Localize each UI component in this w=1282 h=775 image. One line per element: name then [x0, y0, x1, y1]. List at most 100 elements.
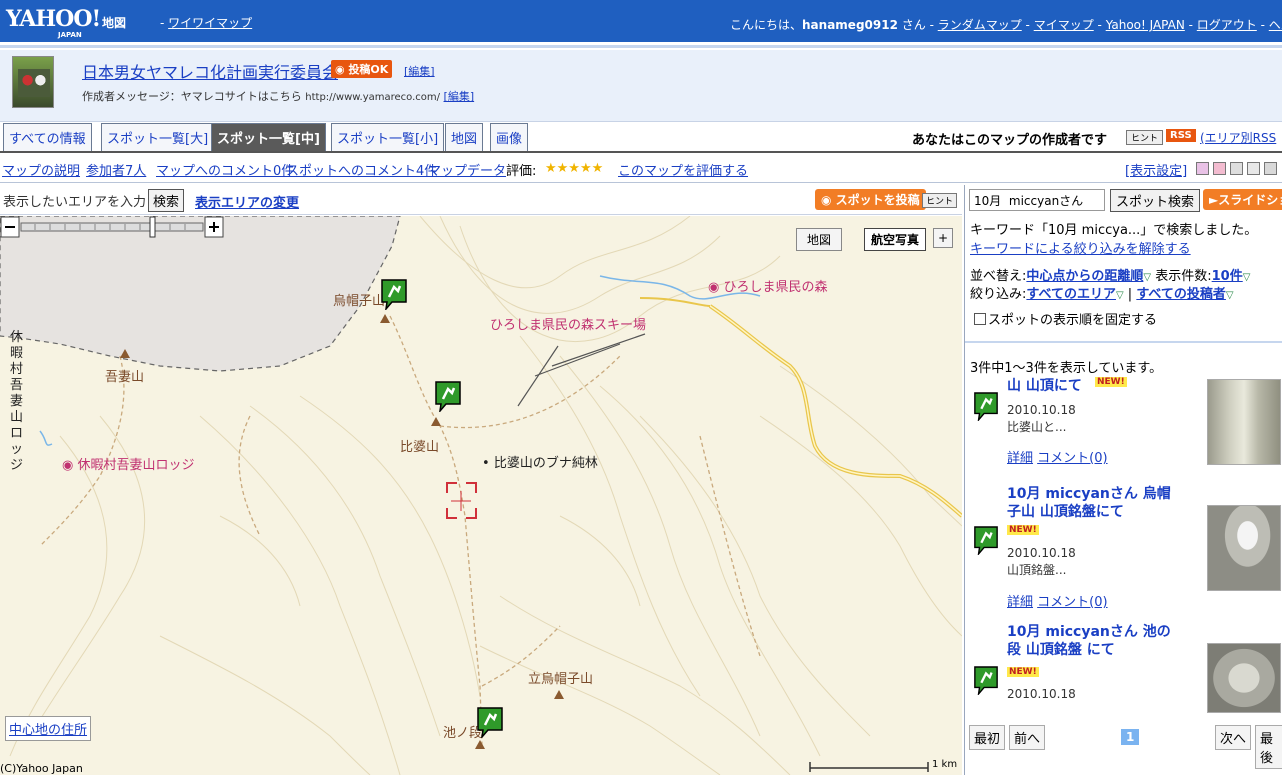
last-page-button[interactable]: 最後 — [1255, 725, 1282, 769]
tab-spot-list-large[interactable]: スポット一覧[大] — [101, 123, 215, 151]
spot-comments-link[interactable]: スポットへのコメント4件 — [286, 160, 437, 179]
theme-swatch-5[interactable] — [1264, 162, 1277, 175]
filter-area-select[interactable]: すべてのエリア — [1026, 287, 1116, 302]
spot-title[interactable]: 10月 miccyanさん 池の段 山頂銘盤 にて — [1007, 623, 1179, 659]
post-spot-label: スポットを投稿 — [835, 193, 920, 207]
post-hint-button[interactable]: ヒント — [922, 193, 958, 208]
center-address-link[interactable]: 中心地の住所 — [5, 716, 92, 741]
filter-poster-select[interactable]: すべての投稿者 — [1136, 287, 1226, 302]
sort-select[interactable]: 中心点からの距離順 — [1026, 269, 1143, 284]
rating-label: 評価: — [506, 164, 537, 179]
edit-message-link[interactable]: [編集] — [444, 90, 475, 103]
rate-map-link[interactable]: このマップを評価する — [618, 160, 748, 179]
map-label-buna-text: 比婆山のブナ純林 — [493, 456, 598, 471]
display-settings-link[interactable]: [表示設定] — [1125, 160, 1187, 179]
spot-thumbnail[interactable] — [1207, 643, 1281, 713]
participants-link[interactable]: 参加者7人 — [86, 160, 146, 179]
crosshair-toggle-button[interactable]: + — [933, 228, 954, 248]
area-search-button[interactable]: 検索 — [148, 189, 185, 212]
theme-swatch-1[interactable] — [1196, 162, 1209, 175]
waiwai-map-link[interactable]: ワイワイマップ — [168, 16, 252, 30]
slideshow-button[interactable]: ►スライドショー — [1203, 189, 1282, 210]
yahoo-japan-link[interactable]: Yahoo! JAPAN — [1106, 18, 1185, 32]
change-area-link[interactable]: 表示エリアの変更 — [195, 192, 299, 211]
my-map-link[interactable]: マイマップ — [1034, 18, 1094, 32]
spot-list-panel: スポット検索 ►スライドショー キーワード「10月 miccya...」で検索し… — [964, 185, 1282, 775]
username: hanameg0912 — [802, 18, 898, 32]
map-data-link[interactable]: マップデータ — [428, 160, 506, 179]
tab-spot-list-small[interactable]: スポット一覧[小] — [331, 123, 445, 151]
spot-marker-hiba[interactable] — [434, 380, 462, 412]
map-label-hiba: 比婆山 — [400, 440, 440, 455]
fix-order-option[interactable]: スポットの表示順を固定する — [974, 309, 1157, 328]
count-select[interactable]: 10件 — [1212, 269, 1243, 284]
spot-thumbnail[interactable] — [1207, 505, 1281, 591]
post-ok-badge: ◉ 投稿OK — [331, 60, 393, 78]
tab-images[interactable]: 画像 — [490, 123, 529, 151]
result-count: 3件中1〜3件を表示しています。 — [970, 361, 1163, 376]
yahoo-logo[interactable]: YAHOO! JAPAN — [6, 6, 101, 39]
spot-search-button[interactable]: スポット検索 — [1110, 189, 1201, 212]
map-label-forest[interactable]: ◉ ひろしま県民の森 — [708, 276, 828, 295]
fix-order-checkbox[interactable] — [974, 313, 986, 325]
chevron-down-icon: ▽ — [1143, 272, 1152, 283]
spot-pin-icon[interactable] — [973, 525, 999, 555]
owner-message-url: http://www.yamareco.com/ — [305, 92, 441, 103]
tab-spot-list-medium[interactable]: スポット一覧[中] — [211, 123, 326, 151]
spot-comment-link[interactable]: コメント(0) — [1037, 451, 1107, 466]
theme-swatch-3[interactable] — [1230, 162, 1243, 175]
hint-button[interactable]: ヒント — [1126, 130, 1164, 145]
spot-pin-icon[interactable] — [973, 391, 999, 421]
random-map-link[interactable]: ランダムマップ — [938, 18, 1022, 32]
copyright: (C)Yahoo Japan — [0, 762, 83, 775]
clear-keyword-filter-link[interactable]: キーワードによる絞り込みを解除する — [970, 238, 1191, 257]
map-mode-button[interactable]: 地図 — [796, 228, 843, 251]
spot-pin-icon[interactable] — [973, 665, 999, 695]
spot-comment-link[interactable]: コメント(0) — [1037, 595, 1107, 610]
sort-row: 並べ替え:中心点からの距離順▽ 表示件数:10件▽ — [970, 265, 1250, 284]
area-rss-link[interactable]: (エリア別RSS — [1200, 129, 1276, 146]
filter-label: 絞り込み: — [970, 287, 1027, 302]
author-note: あなたはこのマップの作成者です — [912, 133, 1108, 148]
next-page-button[interactable]: 次へ — [1215, 725, 1252, 750]
play-icon: ► — [1209, 193, 1219, 207]
prev-page-button[interactable]: 前へ — [1009, 725, 1046, 750]
fix-order-label: スポットの表示順を固定する — [988, 313, 1158, 328]
spot-detail-link[interactable]: 詳細 — [1007, 595, 1033, 610]
tab-map[interactable]: 地図 — [445, 123, 484, 151]
spot-detail-link[interactable]: 詳細 — [1007, 451, 1033, 466]
edit-title-link[interactable]: [編集] — [404, 63, 435, 79]
spot-title[interactable]: 10月 miccyanさん 烏帽子山 山頂銘盤にて — [1007, 485, 1179, 521]
post-spot-button[interactable]: ◉ スポットを投稿 — [815, 189, 926, 210]
keyword-input[interactable] — [969, 189, 1105, 211]
theme-swatch-2[interactable] — [1213, 162, 1226, 175]
count-label: 表示件数: — [1155, 269, 1212, 284]
logo-sub: JAPAN — [58, 31, 82, 39]
map-label-kyuka[interactable]: ◉ 休暇村吾妻山ロッジ — [62, 454, 195, 473]
tab-all-info[interactable]: すべての情報 — [3, 123, 92, 151]
zoom-slider[interactable] — [0, 216, 226, 238]
map-label-kyuka-vertical: 休暇村吾妻山ロッジ — [10, 330, 24, 473]
spot-marker-ikenodan[interactable] — [476, 706, 504, 738]
map-title[interactable]: 日本男女ヤマレコ化計画実行委員会 — [82, 59, 338, 83]
spot-title[interactable]: 山 山頂にて — [1007, 377, 1179, 395]
spot-thumbnail[interactable] — [1207, 379, 1281, 465]
facility-icon: ◉ — [62, 458, 78, 473]
help-link[interactable]: ヘルプ — [1269, 18, 1282, 32]
map-canvas[interactable]: 地図 航空写真 + 烏帽子山 吾妻山 休暇村吾妻山ロッジ ◉ 休暇村吾妻山ロッジ… — [0, 216, 962, 775]
map-description-link[interactable]: マップの説明 — [2, 160, 80, 179]
area-search-bar: 表示したいエリアを入力 検索 表示エリアの変更 ◉ スポットを投稿 ヒント — [0, 185, 962, 215]
map-comments-link[interactable]: マップへのコメント0件 — [156, 160, 294, 179]
area-search-input[interactable]: 表示したいエリアを入力 — [3, 191, 146, 210]
rss-button[interactable]: RSS — [1166, 129, 1196, 142]
logout-link[interactable]: ログアウト — [1197, 18, 1257, 32]
new-badge: NEW! — [1007, 667, 1039, 677]
first-page-button[interactable]: 最初 — [969, 725, 1006, 750]
aerial-photo-button[interactable]: 航空写真 — [864, 228, 927, 251]
avatar[interactable] — [12, 56, 54, 108]
theme-swatch-4[interactable] — [1247, 162, 1260, 175]
spot-marker-eboshi[interactable] — [380, 278, 408, 310]
slideshow-label: スライドショー — [1218, 193, 1282, 207]
pagination: 最初 前へ 1 次へ 最後 — [965, 725, 1282, 769]
facility-icon: ◉ — [708, 280, 724, 295]
